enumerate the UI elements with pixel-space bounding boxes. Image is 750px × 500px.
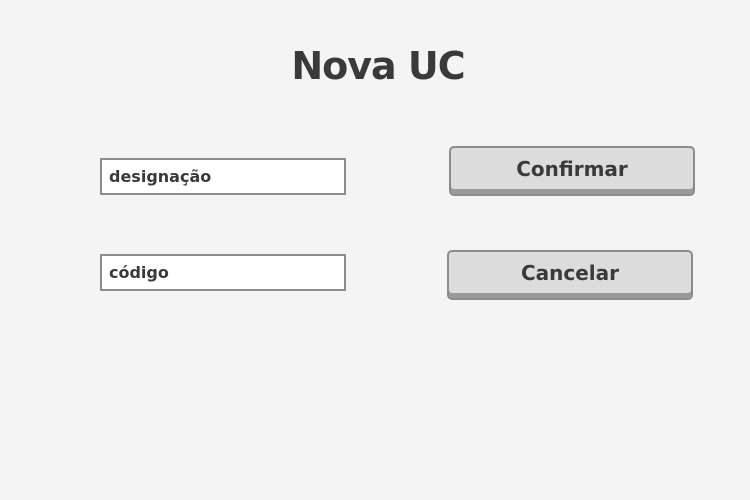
designacao-input[interactable]	[100, 158, 346, 195]
page-title: Nova UC	[291, 44, 465, 88]
cancel-button[interactable]: Cancelar	[447, 250, 693, 300]
confirm-button[interactable]: Confirmar	[449, 146, 695, 196]
codigo-input[interactable]	[100, 254, 346, 291]
